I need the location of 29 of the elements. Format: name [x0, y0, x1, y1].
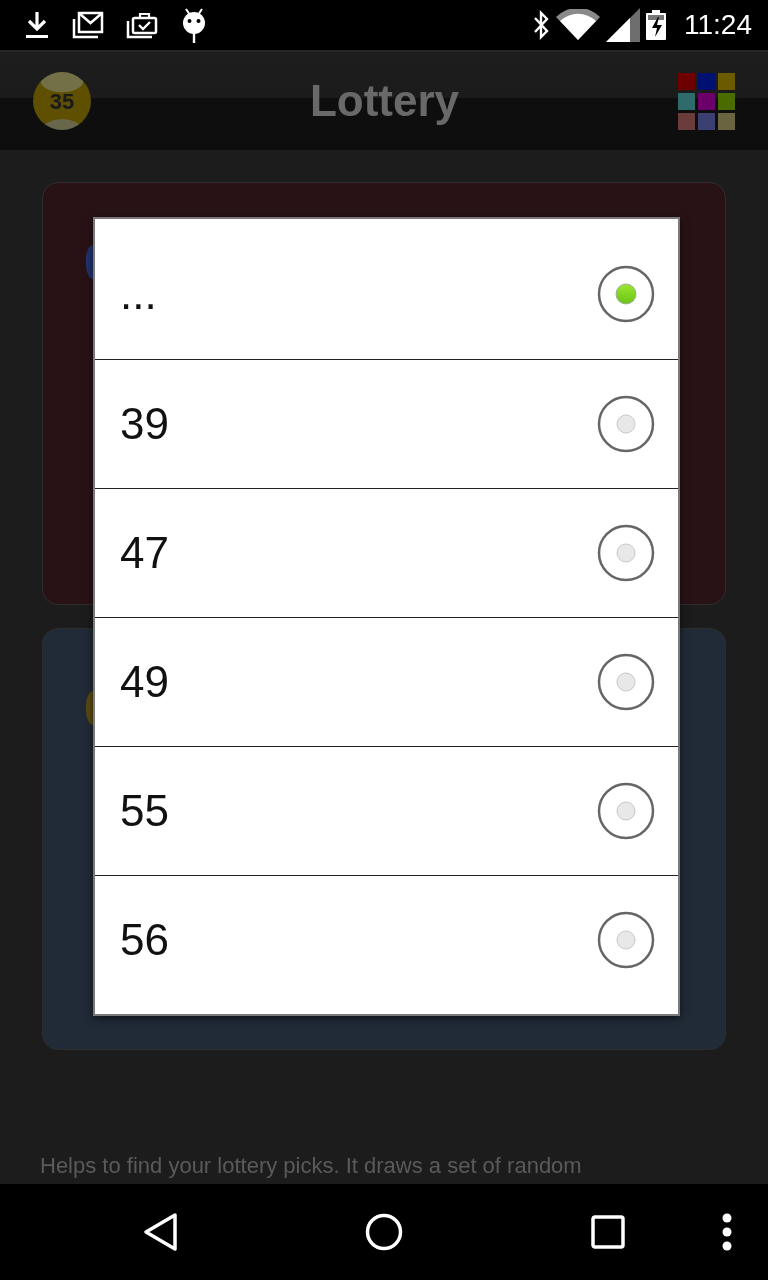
option-item[interactable]: 39	[95, 359, 678, 488]
radio-button[interactable]	[597, 911, 655, 969]
bluetooth-icon	[532, 10, 550, 40]
radio-button[interactable]	[597, 782, 655, 840]
home-icon[interactable]	[365, 1213, 403, 1251]
radio-button[interactable]	[597, 395, 655, 453]
more-icon[interactable]	[722, 1213, 732, 1251]
option-item[interactable]: 55	[95, 746, 678, 875]
option-item[interactable]: ...	[95, 229, 678, 359]
option-item[interactable]: 47	[95, 488, 678, 617]
radio-button[interactable]	[597, 265, 655, 323]
download-icon	[24, 10, 50, 40]
option-item[interactable]: 56	[95, 875, 678, 1004]
option-item[interactable]: 49	[95, 617, 678, 746]
battery-charging-icon	[646, 10, 666, 40]
radio-button[interactable]	[597, 653, 655, 711]
app-title: Lottery	[308, 75, 461, 127]
mail-icon	[72, 11, 104, 39]
wifi-icon	[556, 9, 600, 41]
robot-icon	[180, 7, 208, 43]
briefcase-check-icon	[126, 11, 158, 39]
back-icon[interactable]	[142, 1212, 178, 1252]
radio-button[interactable]	[597, 524, 655, 582]
description-text: Helps to find your lottery picks. It draws a set of random	[40, 1152, 583, 1180]
recents-icon[interactable]	[591, 1215, 625, 1249]
lottery-ball: 35	[33, 72, 91, 130]
color-grid-icon[interactable]	[678, 72, 735, 130]
signal-icon	[606, 8, 640, 42]
status-time: 11:24	[684, 9, 752, 41]
